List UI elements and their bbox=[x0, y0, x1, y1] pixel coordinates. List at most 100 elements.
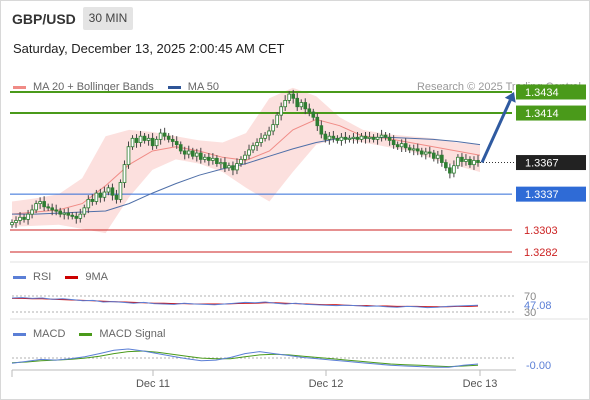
candle-body bbox=[255, 142, 259, 147]
candle-body bbox=[122, 164, 127, 183]
rsi-line bbox=[11, 297, 479, 309]
candle-body bbox=[311, 111, 316, 118]
candle-body bbox=[243, 154, 247, 160]
candle-body bbox=[271, 124, 275, 132]
candle-body bbox=[10, 222, 14, 226]
current-price-label: 1.3367 bbox=[525, 158, 559, 170]
candle-body bbox=[444, 162, 448, 169]
candle-body bbox=[468, 158, 472, 166]
candle-body bbox=[263, 134, 267, 139]
candle-body bbox=[34, 203, 38, 211]
candle-body bbox=[275, 114, 279, 126]
candle-body bbox=[90, 199, 95, 202]
x-tick-label: Dec 11 bbox=[136, 378, 170, 390]
candle-body bbox=[359, 135, 364, 140]
candle-body bbox=[154, 138, 159, 147]
candle-body bbox=[26, 213, 30, 220]
candle-body bbox=[74, 215, 79, 219]
candle-body bbox=[476, 160, 480, 163]
candle-body bbox=[94, 192, 99, 202]
candle-body bbox=[371, 136, 376, 140]
candle-body bbox=[347, 137, 352, 140]
candle-body bbox=[235, 163, 239, 171]
forecast-arrow-shaft bbox=[480, 99, 512, 164]
candle-body bbox=[130, 137, 135, 148]
rsi-current-label: 47.08 bbox=[524, 300, 552, 312]
candle-body bbox=[158, 132, 163, 140]
candle-body bbox=[415, 148, 420, 152]
candle-body bbox=[335, 137, 340, 141]
candle-body bbox=[303, 102, 308, 110]
candle-body bbox=[472, 160, 476, 166]
candle-body bbox=[331, 135, 336, 139]
candle-body bbox=[203, 156, 207, 160]
candle-body bbox=[375, 136, 380, 140]
candle-body bbox=[291, 93, 296, 99]
level-label-1.3414: 1.3414 bbox=[525, 108, 559, 120]
candle-body bbox=[150, 137, 155, 147]
candle-body bbox=[391, 140, 396, 146]
candle-body bbox=[403, 143, 408, 149]
candle-body bbox=[62, 212, 67, 215]
candle-body bbox=[267, 130, 271, 136]
candle-body bbox=[162, 132, 167, 137]
candle-body bbox=[50, 207, 54, 211]
candle-body bbox=[215, 157, 219, 164]
candle-body bbox=[227, 165, 231, 169]
candle-body bbox=[106, 187, 111, 193]
candle-body bbox=[126, 146, 131, 166]
candle-body bbox=[58, 210, 63, 215]
candle-body bbox=[211, 157, 215, 161]
candle-body bbox=[319, 125, 324, 135]
candle-body bbox=[367, 136, 372, 139]
candle-body bbox=[98, 192, 103, 198]
candle-body bbox=[452, 165, 456, 174]
candle-body bbox=[355, 136, 360, 140]
candle-body bbox=[118, 182, 123, 200]
candle-body bbox=[178, 144, 183, 152]
candle-body bbox=[199, 152, 203, 160]
candle-body bbox=[18, 216, 22, 221]
candle-body bbox=[231, 165, 235, 171]
candle-body bbox=[138, 135, 143, 143]
candle-body bbox=[223, 162, 227, 169]
candle-body bbox=[142, 135, 147, 141]
candle-body bbox=[247, 149, 251, 156]
candle-body bbox=[299, 102, 304, 108]
candle-body bbox=[283, 100, 287, 108]
candle-body bbox=[307, 108, 312, 113]
candle-body bbox=[219, 162, 223, 165]
candle-body bbox=[327, 135, 332, 140]
candle-body bbox=[42, 201, 46, 208]
candle-body bbox=[54, 209, 58, 212]
candle-body bbox=[70, 214, 75, 217]
candle-body bbox=[259, 137, 263, 143]
candle-body bbox=[14, 220, 18, 223]
candle-body bbox=[436, 154, 440, 159]
candle-body bbox=[432, 152, 436, 159]
candle-body bbox=[448, 167, 452, 174]
candle-body bbox=[343, 136, 348, 140]
candle-body bbox=[315, 116, 320, 127]
candle-body bbox=[251, 145, 255, 151]
candle-body bbox=[351, 136, 356, 139]
candle-body bbox=[323, 133, 328, 140]
candle-body bbox=[86, 199, 91, 209]
candle-body bbox=[460, 156, 464, 162]
candle-body bbox=[427, 151, 432, 154]
candle-body bbox=[440, 154, 444, 163]
candle-body bbox=[279, 106, 283, 116]
candle-body bbox=[46, 206, 50, 209]
candle-body bbox=[399, 143, 404, 148]
candle-body bbox=[194, 152, 199, 157]
macd-current-label: -0.00 bbox=[526, 360, 551, 372]
x-tick-label: Dec 12 bbox=[309, 378, 344, 390]
candle-body bbox=[38, 201, 42, 205]
candle-body bbox=[114, 194, 119, 200]
candle-body bbox=[387, 136, 392, 141]
candle-body bbox=[363, 135, 368, 139]
price-chart[interactable]: 1.34341.34141.33371.33031.32821.33677030… bbox=[0, 0, 590, 400]
candle-body bbox=[166, 135, 171, 140]
candle-body bbox=[464, 158, 468, 162]
candle-body bbox=[146, 137, 151, 141]
